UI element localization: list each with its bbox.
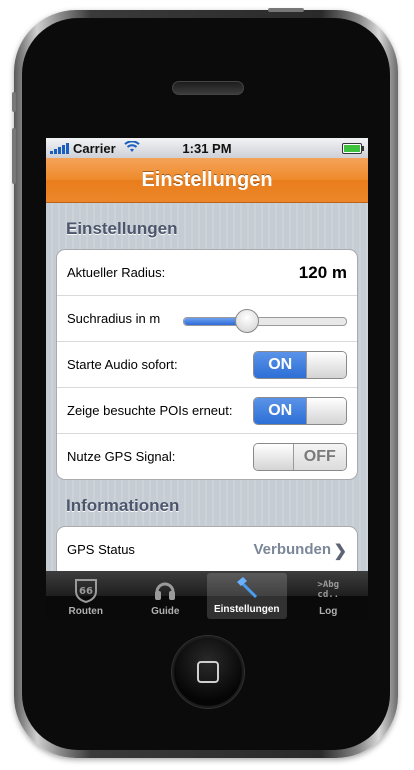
gps-row: Nutze GPS Signal: OFF — [57, 433, 357, 479]
search-radius-slider[interactable] — [183, 309, 347, 333]
settings-group: Aktueller Radius: 120 m Suchradius in m … — [56, 249, 358, 480]
search-radius-row: Suchradius in m — [57, 295, 357, 341]
hammer-icon — [234, 574, 260, 602]
section-title-einstellungen: Einstellungen — [66, 219, 178, 238]
route66-icon: 66 — [73, 576, 99, 604]
visited-pois-label: Zeige besuchte POIs erneut: — [67, 403, 233, 418]
gps-status-label: GPS Status — [67, 542, 135, 557]
pois-toggle-on: ON — [254, 397, 307, 424]
status-bar: Carrier 1:31 PM — [46, 138, 368, 158]
gps-status-row[interactable]: GPS Status Verbunden ❯ — [57, 527, 357, 571]
gps-toggle[interactable]: OFF — [253, 442, 347, 471]
log-icon-line-1: >Abg — [317, 580, 340, 590]
visited-pois-toggle[interactable]: ON — [253, 396, 347, 425]
tab-label: Guide — [151, 606, 180, 617]
tab-einstellungen[interactable]: Einstellungen — [207, 573, 287, 619]
tab-label: Einstellungen — [213, 604, 280, 615]
gps-status-value: Verbunden — [253, 541, 331, 558]
visited-pois-row: Zeige besuchte POIs erneut: ON — [57, 387, 357, 433]
tab-label: Routen — [68, 606, 103, 617]
screen: Carrier 1:31 PM Einstellungen Einstellun… — [46, 138, 368, 621]
audio-toggle-on: ON — [254, 351, 307, 378]
log-icon-line-2: cd.. — [317, 590, 340, 600]
home-square-icon — [197, 661, 219, 683]
nav-title: Einstellungen — [141, 168, 273, 191]
battery-icon — [342, 143, 364, 154]
navigation-bar: Einstellungen — [46, 158, 368, 203]
audio-label: Starte Audio sofort: — [67, 357, 178, 372]
svg-text:66: 66 — [79, 586, 93, 597]
carrier-name: Carrier — [73, 140, 116, 156]
radius-row: Aktueller Radius: 120 m — [57, 250, 357, 295]
toggle-knob — [306, 351, 346, 378]
tab-routen[interactable]: 66 Routen — [46, 571, 126, 621]
tab-bar: 66 Routen Guide Einstellungen >Abg cd.. … — [46, 571, 368, 621]
settings-content[interactable]: Einstellungen Aktueller Radius: 120 m Su… — [46, 203, 368, 571]
audio-toggle[interactable]: ON — [253, 350, 347, 379]
section-title-informationen: Informationen — [66, 496, 180, 515]
home-button[interactable] — [172, 636, 244, 708]
gps-label: Nutze GPS Signal: — [67, 449, 176, 464]
sleep-button — [268, 8, 304, 12]
toggle-knob — [306, 397, 346, 424]
volume-buttons — [12, 128, 16, 184]
radius-value: 120 m — [298, 262, 347, 282]
headphones-icon — [154, 576, 176, 604]
gps-toggle-off: OFF — [293, 443, 346, 470]
terminal-log-icon: >Abg cd.. — [317, 576, 339, 604]
chevron-right-icon: ❯ — [333, 543, 347, 560]
info-group: GPS Status Verbunden ❯ — [56, 526, 358, 571]
audio-row: Starte Audio sofort: ON — [57, 341, 357, 387]
tab-log[interactable]: >Abg cd.. Log — [289, 571, 369, 621]
tab-label: Log — [319, 606, 338, 617]
slider-thumb[interactable] — [234, 309, 259, 333]
tab-guide[interactable]: Guide — [126, 571, 206, 621]
wifi-icon — [123, 139, 140, 156]
radius-label: Aktueller Radius: — [67, 265, 166, 280]
earpiece-speaker — [172, 81, 244, 95]
signal-strength-icon — [50, 142, 69, 154]
toggle-knob — [254, 443, 294, 470]
mute-switch — [12, 92, 16, 112]
